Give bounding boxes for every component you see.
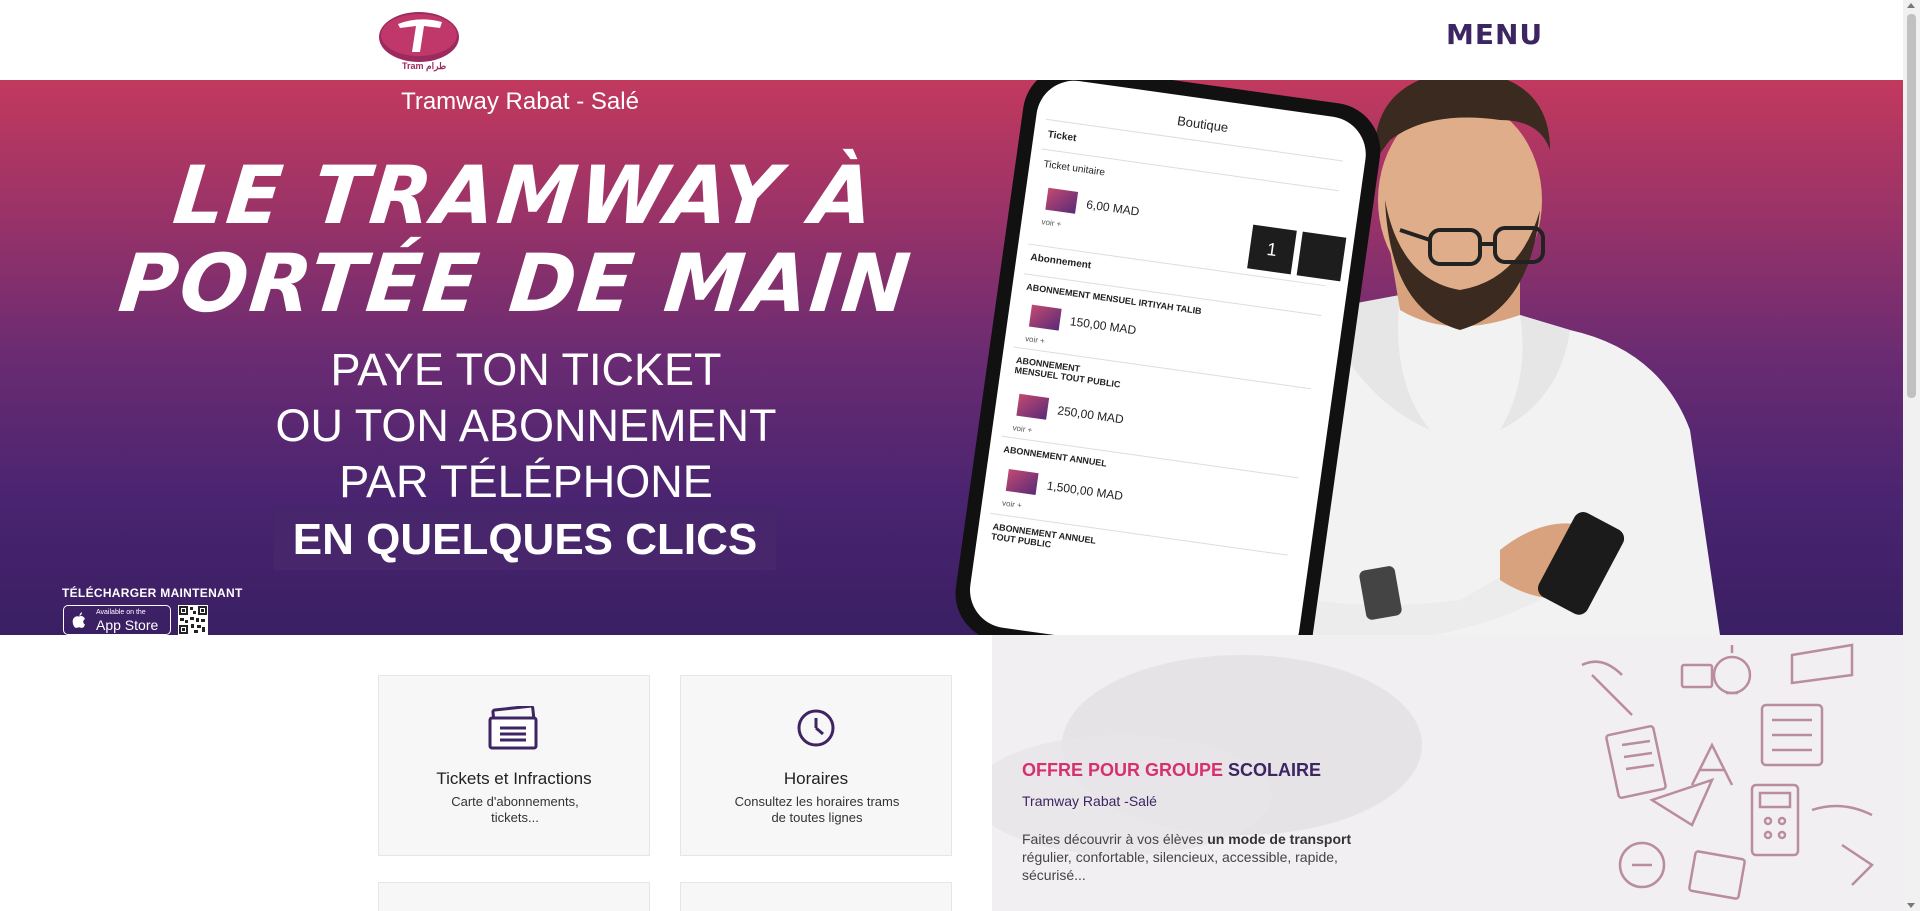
hero-banner: Tramway Rabat - Salé LE TRAMWAY À PORTÉE… bbox=[0, 80, 1903, 635]
phone-mockup: Boutique Ticket Ticket unitaire 6,00 MAD… bbox=[949, 80, 1387, 635]
phone-price-3: 250,00 MAD bbox=[1056, 403, 1125, 427]
scroll-up-arrow-icon[interactable] bbox=[1907, 3, 1915, 8]
svg-text:Tram طرام: Tram طرام bbox=[402, 61, 446, 72]
site-header: Tram طرام MENU bbox=[0, 0, 1903, 80]
offer-text-bold: un mode de transport bbox=[1207, 831, 1352, 847]
hero-tagline: PAYE TON TICKET OU TON ABONNEMENT PAR TÉ… bbox=[0, 342, 1052, 510]
offer-text: Faites découvrir à vos élèves un mode de… bbox=[1022, 830, 1352, 884]
menu-button[interactable]: MENU bbox=[1446, 18, 1543, 51]
appstore-big-text: App Store bbox=[96, 617, 159, 633]
abo-thumbnail bbox=[1016, 393, 1050, 420]
cart-icon bbox=[1296, 231, 1347, 282]
phone-section-ticket: Ticket bbox=[1047, 129, 1077, 145]
offer-title-part2: SCOLAIRE bbox=[1228, 760, 1322, 780]
phone-voir: voir + bbox=[1012, 423, 1033, 435]
phone-voir: voir + bbox=[1024, 334, 1046, 346]
page-scrollbar[interactable] bbox=[1903, 0, 1920, 911]
phone-price-1: 6,00 MAD bbox=[1085, 197, 1141, 219]
download-label: TÉLÉCHARGER MAINTENANT bbox=[62, 586, 243, 600]
abo-thumbnail bbox=[1028, 304, 1062, 331]
phone-price-4: 1,500,00 MAD bbox=[1045, 478, 1124, 504]
phone-price-2: 150,00 MAD bbox=[1069, 314, 1138, 338]
hero-title: LE TRAMWAY À PORTÉE DE MAIN bbox=[101, 149, 939, 330]
card-tickets[interactable]: Tickets et Infractions Carte d'abonnemen… bbox=[378, 675, 650, 856]
offer-title-part1: OFFRE POUR GROUPE bbox=[1022, 760, 1224, 780]
phone-screen: Boutique Ticket Ticket unitaire 6,00 MAD… bbox=[965, 80, 1371, 635]
phone-voir: voir + bbox=[1001, 498, 1023, 511]
hero-line-1: PAYE TON TICKET bbox=[330, 344, 722, 395]
abo-thumbnail bbox=[1005, 469, 1039, 496]
apple-icon bbox=[72, 612, 85, 628]
hero-subtitle: Tramway Rabat - Salé bbox=[401, 88, 639, 115]
card-title: Horaires bbox=[783, 769, 849, 788]
hero-title-line1: LE TRAMWAY À bbox=[169, 149, 881, 242]
services-section: Tickets et Infractions Carte d'abonnemen… bbox=[0, 635, 992, 911]
phone-voir: voir + bbox=[1040, 217, 1062, 229]
tram-logo[interactable]: Tram طرام bbox=[376, 8, 462, 72]
hero-line-3: PAR TÉLÉPHONE bbox=[339, 456, 713, 507]
card-description: Consultez les horaires trams de toutes l… bbox=[734, 794, 900, 825]
hero-cta-banner: EN QUELQUES CLICS bbox=[274, 510, 776, 570]
offer-section[interactable]: OFFRE POUR GROUPE SCOLAIRE Tramway Rabat… bbox=[992, 635, 1903, 911]
card-placeholder[interactable] bbox=[378, 882, 650, 911]
card-placeholder[interactable] bbox=[680, 882, 952, 911]
offer-subtitle: Tramway Rabat -Salé bbox=[1022, 793, 1157, 809]
card-horaires[interactable]: Horaires Consultez les horaires trams de… bbox=[680, 675, 952, 856]
offer-title: OFFRE POUR GROUPE SCOLAIRE bbox=[1022, 760, 1321, 781]
clock-icon bbox=[797, 709, 835, 747]
scroll-down-arrow-icon[interactable] bbox=[1907, 903, 1915, 908]
appstore-small-text: Available on the bbox=[96, 609, 146, 616]
app-store-button[interactable]: Available on the App Store bbox=[63, 605, 171, 635]
page: Tram طرام MENU Tramway Rabat - Salé LE T… bbox=[0, 0, 1920, 911]
offer-text-before: Faites découvrir à vos élèves bbox=[1022, 831, 1204, 847]
scroll-thumb[interactable] bbox=[1907, 14, 1916, 398]
hero-line-2: OU TON ABONNEMENT bbox=[275, 400, 777, 451]
phone-qty: 1 bbox=[1247, 224, 1297, 275]
offer-text-after: régulier, confortable, silencieux, acces… bbox=[1022, 849, 1338, 883]
phone-ticket-unitaire: Ticket unitaire bbox=[1042, 158, 1106, 179]
card-description: Carte d'abonnements, tickets... bbox=[451, 794, 579, 825]
card-title: Tickets et Infractions bbox=[436, 769, 592, 788]
qr-code-icon bbox=[178, 605, 208, 635]
hero-title-line2: PORTÉE DE MAIN bbox=[114, 237, 917, 330]
phone-section-abonnement: Abonnement bbox=[1029, 252, 1092, 272]
tickets-icon bbox=[488, 706, 538, 750]
ticket-thumbnail bbox=[1045, 187, 1079, 214]
